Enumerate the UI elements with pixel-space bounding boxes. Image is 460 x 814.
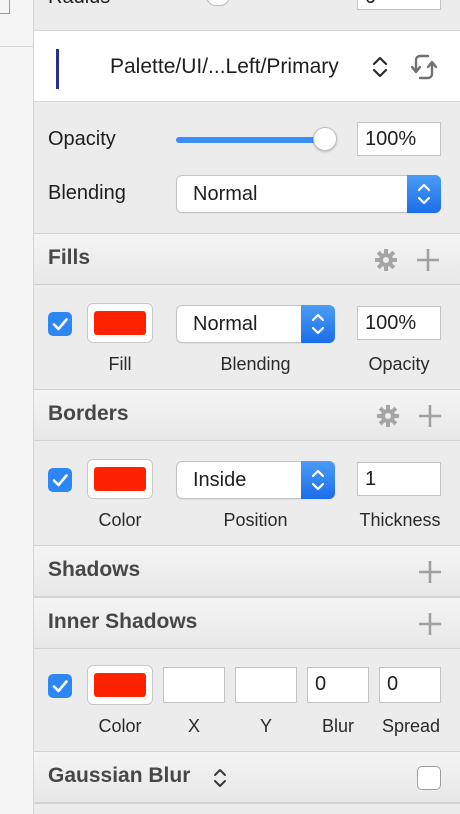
token-chevron-updown-icon[interactable]	[370, 53, 390, 81]
fill-opacity-value: 100%	[365, 312, 417, 334]
bottom-divider	[34, 803, 460, 804]
border-position-caption: Position	[223, 510, 288, 530]
sync-icon[interactable]	[408, 51, 440, 83]
inner-shadow-swatch-color	[94, 673, 146, 697]
radius-value: 0	[365, 0, 376, 8]
shadows-header: Shadows	[34, 545, 460, 597]
borders-header: Borders	[34, 389, 460, 441]
fill-blending-chevron-updown-icon[interactable]	[301, 305, 335, 343]
inner-shadow-spread-caption: Spread	[381, 716, 441, 736]
border-position-chevron-updown-icon[interactable]	[301, 461, 335, 499]
inner-shadow-color-swatch[interactable]	[87, 665, 153, 705]
inner-shadow-y-input[interactable]	[235, 667, 297, 703]
fill-swatch-color	[94, 311, 146, 335]
blending-label: Blending	[48, 182, 126, 204]
ruler-mark	[0, 0, 10, 14]
border-position-value: Inside	[193, 469, 247, 491]
shadows-title: Shadows	[48, 558, 141, 581]
gaussian-blur-title[interactable]: Gaussian Blur	[48, 764, 190, 788]
opacity-label: Opacity	[48, 128, 116, 150]
fill-blending-select[interactable]: Normal	[176, 305, 335, 343]
border-thickness-input[interactable]: 1	[357, 462, 441, 496]
inner-shadow-spread-input[interactable]: 0	[379, 667, 441, 703]
fills-plus-icon[interactable]	[416, 248, 440, 277]
blending-select[interactable]: Normal	[176, 175, 441, 213]
token-name[interactable]: Palette/UI/...Left/Primary	[110, 55, 339, 79]
border-checkbox[interactable]	[48, 468, 72, 492]
inner-shadows-title: Inner Shadows	[48, 610, 198, 633]
blending-chevron-updown-icon[interactable]	[407, 175, 441, 213]
borders-plus-icon[interactable]	[418, 404, 442, 433]
border-color-swatch[interactable]	[87, 459, 153, 499]
token-color-bar	[56, 49, 59, 89]
blending-value: Normal	[193, 183, 258, 205]
borders-title: Borders	[48, 402, 129, 425]
fills-header: Fills	[34, 233, 460, 285]
inner-shadow-blur-caption: Blur	[321, 716, 354, 736]
inner-shadow-y-caption: Y	[259, 716, 272, 736]
border-swatch-color	[94, 467, 146, 491]
inner-shadow-color-caption: Color	[98, 716, 142, 736]
canvas-edge	[0, 0, 34, 814]
inner-shadows-plus-icon[interactable]	[418, 612, 442, 641]
radius-input[interactable]: 0	[357, 0, 441, 10]
border-position-select[interactable]: Inside	[176, 461, 335, 499]
fills-gear-icon[interactable]	[374, 248, 398, 277]
color-token-row: Palette/UI/...Left/Primary	[34, 30, 460, 102]
checkmark-icon	[52, 318, 68, 331]
checkmark-icon	[52, 474, 68, 487]
inner-shadow-blur-input[interactable]: 0	[307, 667, 369, 703]
inner-shadow-blur-value: 0	[315, 673, 327, 695]
border-thickness-value: 1	[365, 468, 377, 490]
fill-caption: Fill	[108, 354, 132, 374]
inspector-panel: Radius 0 Palette/UI/...Left/Primary Opac…	[34, 0, 460, 814]
ruler-line	[0, 46, 34, 47]
opacity-input[interactable]: 100%	[357, 122, 441, 156]
shadows-plus-icon[interactable]	[418, 560, 442, 589]
fill-opacity-input[interactable]: 100%	[357, 306, 441, 340]
radius-label: Radius	[48, 0, 110, 9]
inner-shadow-x-input[interactable]	[163, 667, 225, 703]
opacity-slider[interactable]	[176, 137, 326, 143]
fill-color-swatch[interactable]	[87, 303, 153, 343]
fill-blending-caption: Blending	[220, 354, 291, 374]
gaussian-blur-chevron-updown-icon[interactable]	[212, 766, 228, 795]
inner-shadow-spread-value: 0	[387, 673, 399, 695]
inner-shadows-header: Inner Shadows	[34, 597, 460, 649]
opacity-value: 100%	[365, 128, 417, 150]
fill-opacity-caption: Opacity	[368, 354, 430, 374]
inner-shadow-x-caption: X	[187, 716, 200, 736]
border-color-caption: Color	[98, 510, 142, 530]
fill-checkbox[interactable]	[48, 312, 72, 336]
opacity-slider-knob[interactable]	[313, 127, 337, 151]
fill-blending-value: Normal	[193, 313, 258, 335]
gaussian-blur-header: Gaussian Blur	[34, 751, 460, 803]
fills-title: Fills	[48, 246, 91, 269]
gaussian-blur-checkbox[interactable]	[417, 766, 441, 790]
borders-gear-icon[interactable]	[376, 404, 400, 433]
inner-shadow-checkbox[interactable]	[48, 674, 72, 698]
radius-row: Radius 0	[34, 0, 460, 30]
border-thickness-caption: Thickness	[359, 510, 441, 530]
radius-slider-knob[interactable]	[206, 0, 230, 6]
checkmark-icon	[52, 680, 68, 693]
